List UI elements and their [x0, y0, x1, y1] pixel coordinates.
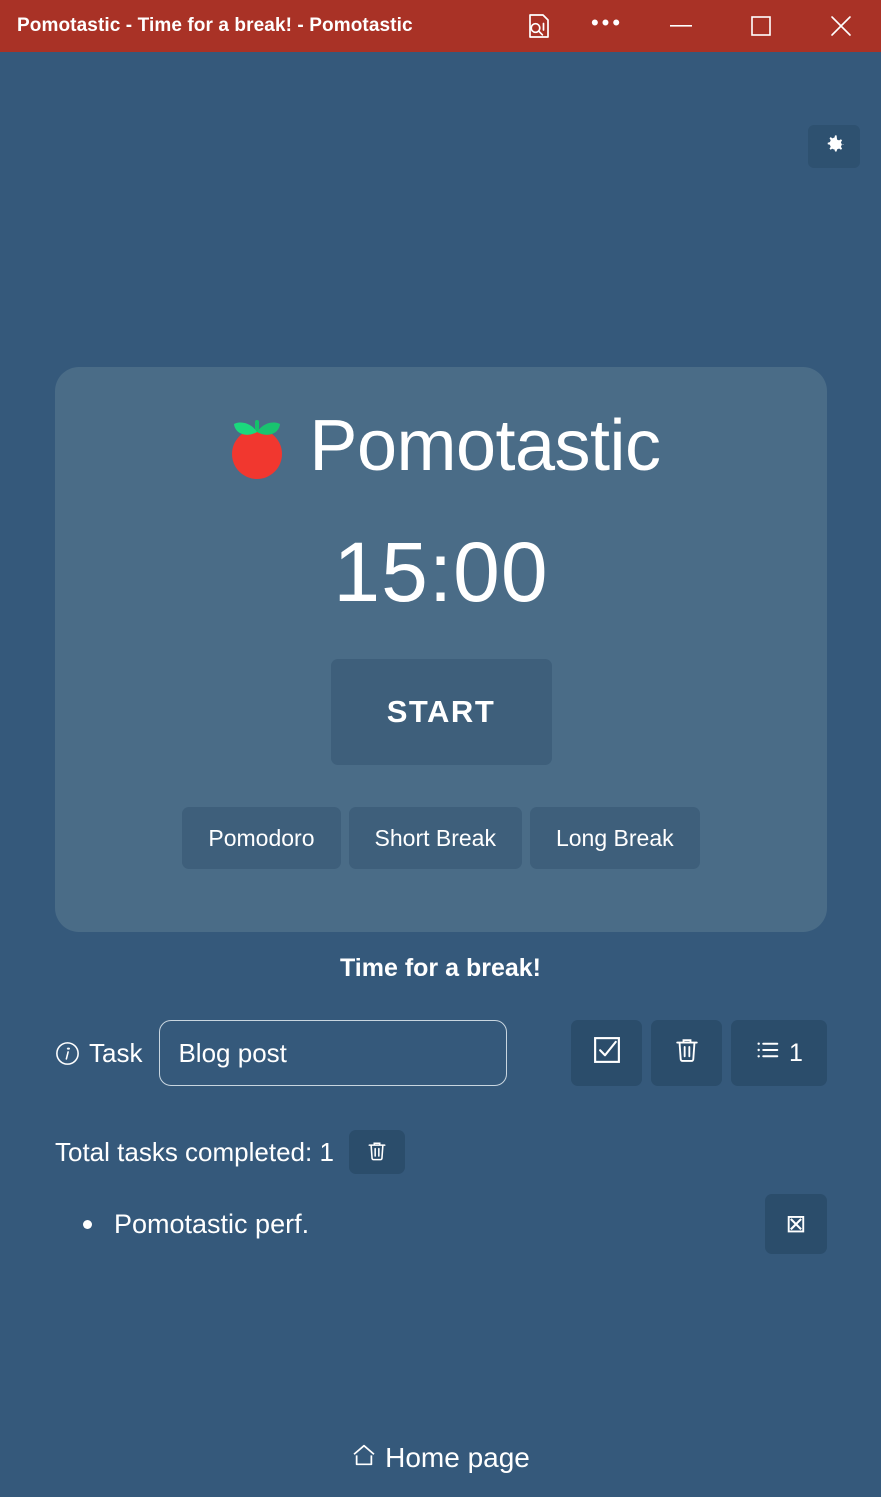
clear-completed-button[interactable]: [348, 1130, 405, 1174]
home-page-label: Home page: [385, 1442, 530, 1473]
completed-summary-text: Total tasks completed: 1: [55, 1136, 334, 1167]
tomato-icon: [221, 410, 293, 482]
window-title: Pomotastic - Time for a break! - Pomotas…: [17, 15, 413, 36]
window-titlebar: Pomotastic - Time for a break! - Pomotas…: [0, 0, 881, 52]
start-button[interactable]: START: [330, 659, 552, 765]
mode-pomodoro[interactable]: Pomodoro: [182, 807, 341, 869]
task-count-value: 1: [789, 1038, 803, 1067]
task-label-text: Task: [89, 1037, 143, 1068]
task-input[interactable]: [159, 1020, 508, 1086]
bullet-icon: [83, 1219, 92, 1229]
task-actions: 1: [571, 1020, 827, 1086]
list-item: Pomotastic perf. ⊠: [55, 1194, 827, 1254]
settings-button[interactable]: [808, 125, 860, 168]
completed-task-text: Pomotastic perf.: [114, 1208, 310, 1239]
mode-selector: Pomodoro Short Break Long Break: [182, 807, 700, 869]
minimize-button[interactable]: [641, 0, 721, 52]
completed-task-list: Pomotastic perf. ⊠: [55, 1194, 827, 1254]
close-button[interactable]: [801, 0, 881, 52]
completed-summary-row: Total tasks completed: 1: [55, 1130, 405, 1174]
more-options-icon[interactable]: •••: [573, 0, 641, 52]
footer: Home page: [0, 1419, 881, 1497]
task-count-button[interactable]: 1: [731, 1020, 827, 1086]
complete-task-button[interactable]: [571, 1020, 642, 1086]
task-row: Task Blog post 1: [55, 1020, 827, 1086]
app-body: Pomotastic 15:00 START Pomodoro Short Br…: [0, 52, 881, 1497]
more-dots: •••: [590, 10, 624, 35]
gear-icon: [822, 133, 847, 161]
window-controls: •••: [505, 0, 881, 52]
timer-display: 15:00: [333, 525, 549, 619]
mode-short-break[interactable]: Short Break: [348, 807, 522, 869]
brand-name: Pomotastic: [309, 406, 661, 486]
timer-card: Pomotastic 15:00 START Pomodoro Short Br…: [55, 367, 827, 932]
status-message: Time for a break!: [339, 954, 541, 982]
brand: Pomotastic: [221, 406, 661, 486]
list-icon: [755, 1037, 781, 1070]
maximize-button[interactable]: [721, 0, 801, 52]
mode-long-break[interactable]: Long Break: [529, 807, 700, 869]
home-icon: [351, 1442, 377, 1475]
task-label: Task: [55, 1038, 142, 1069]
home-page-link[interactable]: Home page: [351, 1442, 530, 1475]
info-icon[interactable]: [55, 1041, 80, 1066]
checkbox-check-icon: [592, 1035, 622, 1072]
reading-view-icon[interactable]: [505, 0, 573, 52]
remove-completed-task-button[interactable]: ⊠: [765, 1194, 827, 1254]
trash-icon: [673, 1036, 701, 1071]
boxed-x-icon: ⊠: [785, 1210, 807, 1238]
trash-icon: [366, 1140, 388, 1165]
delete-task-button[interactable]: [651, 1020, 722, 1086]
